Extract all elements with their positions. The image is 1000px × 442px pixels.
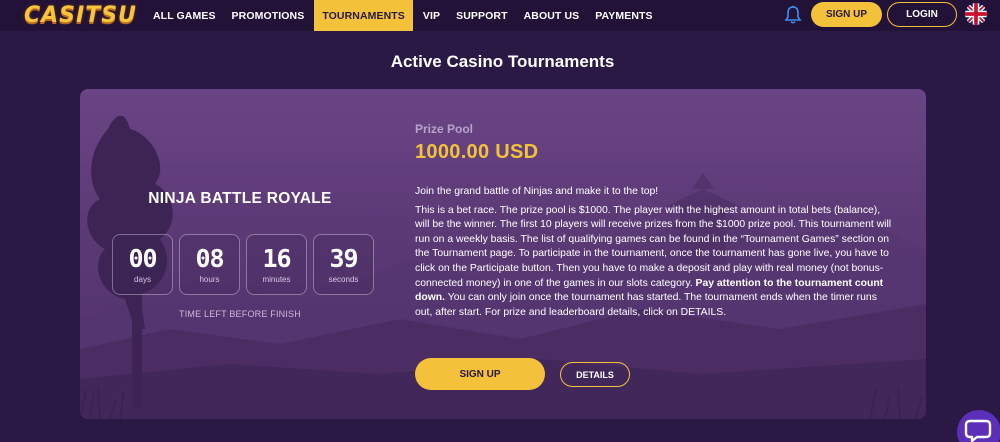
- nav-vip[interactable]: VIP: [415, 0, 448, 31]
- time-left-label: TIME LEFT BEFORE FINISH: [179, 309, 301, 319]
- countdown-unit: minutes: [262, 274, 291, 284]
- page-title: Active Casino Tournaments: [390, 52, 615, 71]
- countdown-value: 00: [128, 243, 157, 273]
- description-part2: You can only join once the tournament ha…: [415, 292, 877, 318]
- countdown-value: 39: [329, 243, 358, 273]
- uk-flag-icon[interactable]: [965, 3, 987, 25]
- countdown-hours: 08 hours: [179, 234, 240, 295]
- tournament-name: NINJA BATTLE ROYALE: [148, 190, 332, 207]
- countdown-unit: days: [134, 274, 151, 284]
- countdown-days: 00 days: [112, 234, 173, 295]
- nav-payments[interactable]: PAYMENTS: [587, 0, 660, 31]
- prize-pool-value: 1000.00 USD: [415, 141, 539, 163]
- casitsu-logo[interactable]: CASITSU: [24, 3, 137, 28]
- tournament-description: Join the grand battle of Ninjas and make…: [415, 185, 897, 320]
- tournament-details-button[interactable]: DETAILS: [560, 362, 630, 387]
- chat-bubble-icon[interactable]: [957, 410, 1000, 442]
- countdown-unit: hours: [199, 274, 220, 284]
- countdown-value: 16: [262, 243, 291, 273]
- nav-support[interactable]: SUPPORT: [448, 0, 515, 31]
- tournament-card: NINJA BATTLE ROYALE 00 days 08 hours 16 …: [80, 89, 926, 419]
- top-navbar: CASITSU ALL GAMES PROMOTIONS TOURNAMENTS…: [0, 0, 1000, 31]
- countdown-unit: seconds: [328, 274, 359, 284]
- countdown-minutes: 16 minutes: [246, 234, 307, 295]
- nav-all-games[interactable]: ALL GAMES: [145, 0, 224, 31]
- main-nav: ALL GAMES PROMOTIONS TOURNAMENTS VIP SUP…: [145, 0, 661, 31]
- bell-icon[interactable]: [784, 5, 802, 25]
- countdown-value: 08: [195, 243, 224, 273]
- nav-tournaments[interactable]: TOURNAMENTS: [314, 0, 413, 31]
- header-signup-button[interactable]: SIGN UP: [811, 2, 882, 27]
- countdown-timer: 00 days 08 hours 16 minutes 39 seconds: [112, 234, 374, 295]
- countdown-seconds: 39 seconds: [313, 234, 374, 295]
- prize-pool-label: Prize Pool: [415, 122, 474, 136]
- description-body: This is a bet race. The prize pool is $1…: [415, 204, 897, 321]
- header-login-button[interactable]: LOGIN: [887, 2, 957, 27]
- tournament-signup-button[interactable]: SIGN UP: [415, 358, 545, 390]
- description-intro: Join the grand battle of Ninjas and make…: [415, 186, 659, 197]
- description-part1: This is a bet race. The prize pool is $1…: [415, 204, 892, 289]
- nav-about-us[interactable]: ABOUT US: [516, 0, 588, 31]
- nav-promotions[interactable]: PROMOTIONS: [224, 0, 313, 31]
